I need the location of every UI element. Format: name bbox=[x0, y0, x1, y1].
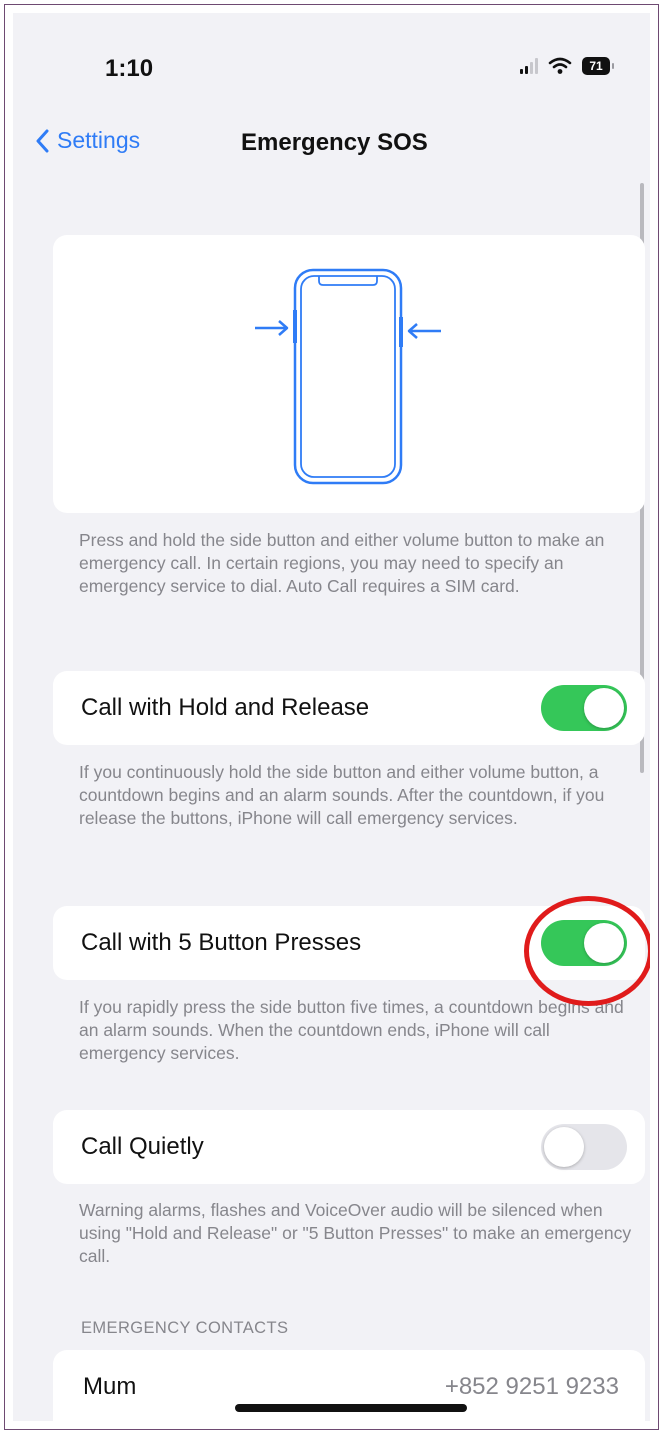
page-title: Emergency SOS bbox=[241, 129, 428, 156]
status-icons: 71 bbox=[520, 57, 614, 75]
setting-label: Call with 5 Button Presses bbox=[81, 929, 362, 956]
sos-description: Press and hold the side button and eithe… bbox=[79, 530, 605, 596]
home-indicator[interactable] bbox=[235, 1404, 467, 1412]
contact-name: Mum bbox=[83, 1373, 137, 1400]
setting-label: Call Quietly bbox=[81, 1133, 204, 1160]
setting-footer: If you continuously hold the side button… bbox=[79, 762, 605, 828]
setting-label: Call with Hold and Release bbox=[81, 694, 370, 721]
setting-footer: If you rapidly press the side button fiv… bbox=[79, 997, 624, 1063]
battery-icon: 71 bbox=[582, 57, 614, 75]
setting-row-hold-release: Call with Hold and Release bbox=[53, 671, 645, 745]
phone-buttons-illustration bbox=[255, 268, 441, 485]
contact-phone: +852 9251 9233 bbox=[444, 1373, 619, 1400]
battery-level: 71 bbox=[589, 59, 603, 73]
highlight-circle-annotation bbox=[524, 896, 650, 1006]
setting-row-call-quietly: Call Quietly bbox=[53, 1110, 645, 1184]
status-time: 1:10 bbox=[105, 55, 154, 82]
toggle-knob bbox=[584, 688, 624, 728]
toggle-knob bbox=[544, 1127, 584, 1167]
wifi-icon bbox=[548, 57, 572, 74]
back-button[interactable]: Settings bbox=[35, 127, 140, 154]
chevron-left-icon bbox=[36, 129, 49, 152]
hold-release-toggle[interactable] bbox=[541, 685, 627, 731]
call-quietly-toggle[interactable] bbox=[541, 1124, 627, 1170]
back-label: Settings bbox=[57, 127, 141, 153]
phone-screen: 1:10 71 Settings Emergency SOS Press and… bbox=[13, 13, 650, 1421]
screenshot-frame: 1:10 71 Settings Emergency SOS Press and… bbox=[4, 4, 659, 1430]
section-header-contacts: EMERGENCY CONTACTS bbox=[81, 1319, 289, 1337]
illustration-card bbox=[53, 235, 645, 513]
setting-footer: Warning alarms, flashes and VoiceOver au… bbox=[79, 1200, 632, 1266]
signal-icon bbox=[520, 58, 538, 74]
